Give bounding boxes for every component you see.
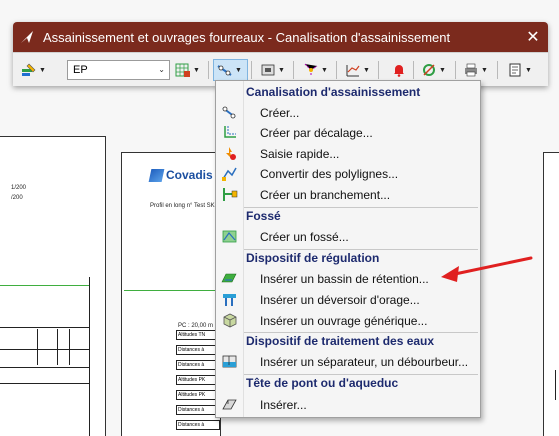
menu-item-creer-fosse[interactable]: Créer un fossé... — [216, 226, 480, 247]
chevron-down-icon: ▼ — [39, 66, 46, 74]
table-row: Altitudes PK — [176, 375, 220, 385]
layer-tool-button[interactable]: ▼ — [21, 59, 46, 81]
printer-icon — [463, 62, 479, 78]
convert-polyline-icon — [221, 165, 238, 182]
print-button[interactable]: ▼ — [463, 59, 488, 81]
chevron-down-icon: ▼ — [481, 66, 488, 74]
table-row: Distances à — [176, 345, 220, 355]
menu-header-tete-pont: Tête de pont ou d'aqueduc — [246, 376, 399, 390]
menu-item-convertir[interactable]: Convertir des polylignes... — [216, 163, 480, 184]
menu-header-traitement: Dispositif de traitement des eaux — [246, 334, 435, 348]
menu-item-label: Créer un branchement... — [260, 187, 391, 202]
table-row: Distances à — [176, 405, 220, 415]
network-tool-button[interactable]: ▼ — [303, 59, 328, 81]
profile-tool-button[interactable]: ▼ — [345, 59, 370, 81]
close-button[interactable]: ✕ — [522, 26, 544, 48]
generic-structure-icon — [221, 312, 238, 329]
profile-caption: Profil en long n° Test SK — [150, 203, 215, 209]
storm-overflow-icon — [221, 291, 238, 308]
alert-button[interactable] — [391, 59, 407, 81]
window-title: Assainissement et ouvrages fourreaux - C… — [43, 29, 451, 45]
grid-pencil-icon — [175, 62, 191, 78]
separator-icon — [221, 353, 238, 370]
table-header: PC : 20,00 m — [178, 323, 214, 329]
app-arrow-icon — [19, 29, 35, 45]
bell-icon — [391, 62, 407, 78]
menu-item-label: Créer par décalage... — [260, 125, 373, 140]
table-row: Distances à — [176, 420, 220, 430]
menu-item-deversoir[interactable]: Insérer un déversoir d'orage... — [216, 289, 480, 310]
sewer-pipe-button[interactable]: ▼ — [213, 59, 248, 81]
menu-item-label: Insérer un déversoir d'orage... — [260, 292, 420, 307]
sewer-pipe-icon — [217, 62, 233, 78]
layer-combo[interactable]: EP ⌄ — [67, 60, 170, 80]
covadis-logo-icon — [148, 168, 165, 182]
toolbar-window: Assainissement et ouvrages fourreaux - C… — [13, 22, 548, 86]
chevron-down-icon: ▼ — [525, 66, 532, 74]
menu-item-separateur[interactable]: Insérer un séparateur, un débourbeur... — [216, 351, 480, 372]
menu-item-label: Insérer un ouvrage générique... — [260, 313, 428, 328]
menu-header-fosse: Fossé — [246, 209, 281, 223]
table-row: Distances à — [176, 360, 220, 370]
sewer-dropdown-menu: Canalisation d'assainissement Créer... C… — [215, 80, 481, 418]
block-icon — [260, 62, 276, 78]
annotation-arrow-icon — [441, 256, 533, 282]
menu-header-canalisation: Canalisation d'assainissement — [246, 85, 421, 99]
chevron-down-icon: ▼ — [321, 66, 328, 74]
menu-item-label: Insérer un bassin de rétention... — [260, 271, 429, 286]
quick-entry-icon — [221, 145, 238, 162]
layer-pencil-icon — [21, 62, 37, 78]
tools-icon — [421, 62, 437, 78]
layout-icon — [507, 62, 523, 78]
network-icon — [303, 62, 319, 78]
offset-icon — [221, 124, 238, 141]
pipe-create-icon — [221, 104, 238, 121]
block-tool-button[interactable]: ▼ — [260, 59, 285, 81]
menu-item-label: Convertir des polylignes... — [260, 166, 399, 181]
scale-text-2: /200 — [11, 195, 23, 201]
menu-item-saisie-rapide[interactable]: Saisie rapide... — [216, 143, 480, 164]
menu-item-branchement[interactable]: Créer un branchement... — [216, 184, 480, 205]
table-row: Altitudes PK — [176, 390, 220, 400]
tools-button[interactable]: ▼ — [421, 59, 446, 81]
ditch-icon — [221, 228, 238, 245]
menu-item-label: Insérer un séparateur, un débourbeur... — [260, 354, 469, 369]
menu-item-ouvrage-generique[interactable]: Insérer un ouvrage générique... — [216, 310, 480, 331]
branch-icon — [221, 186, 238, 203]
menu-header-regulation: Dispositif de régulation — [246, 251, 380, 265]
table-row: Altitudes TN — [176, 330, 220, 340]
layer-combo-value: EP — [73, 64, 88, 76]
chevron-down-icon: ▼ — [363, 66, 370, 74]
profile-icon — [345, 62, 361, 78]
menu-item-label: Insérer... — [260, 397, 307, 412]
chevron-down-icon: ▼ — [278, 66, 285, 74]
scale-text-1: 1/200 — [11, 185, 27, 191]
menu-item-label: Saisie rapide... — [260, 146, 340, 161]
close-icon: ✕ — [526, 29, 540, 46]
chevron-down-icon: ▼ — [193, 66, 200, 74]
chevron-down-icon: ⌄ — [158, 65, 165, 74]
title-bar[interactable]: Assainissement et ouvrages fourreaux - C… — [13, 22, 548, 52]
layout-button[interactable]: ▼ — [507, 59, 532, 81]
bridge-head-icon — [221, 396, 238, 413]
menu-item-creer[interactable]: Créer... — [216, 102, 480, 123]
menu-item-inserer[interactable]: Insérer... — [216, 394, 480, 415]
grid-tool-button[interactable]: ▼ — [175, 59, 200, 81]
retention-basin-icon — [221, 270, 238, 287]
chevron-down-icon: ▼ — [439, 66, 446, 74]
chevron-down-icon: ▼ — [235, 66, 242, 74]
company-logo: Covadis — [148, 168, 213, 182]
drawing-sheet-right — [543, 152, 559, 436]
drawing-sheet-left: 1/200 /200 — [0, 136, 106, 436]
company-name: Covadis — [166, 168, 213, 182]
menu-item-creer-decalage[interactable]: Créer par décalage... — [216, 122, 480, 143]
menu-item-label: Créer... — [260, 105, 300, 120]
menu-item-label: Créer un fossé... — [260, 229, 349, 244]
